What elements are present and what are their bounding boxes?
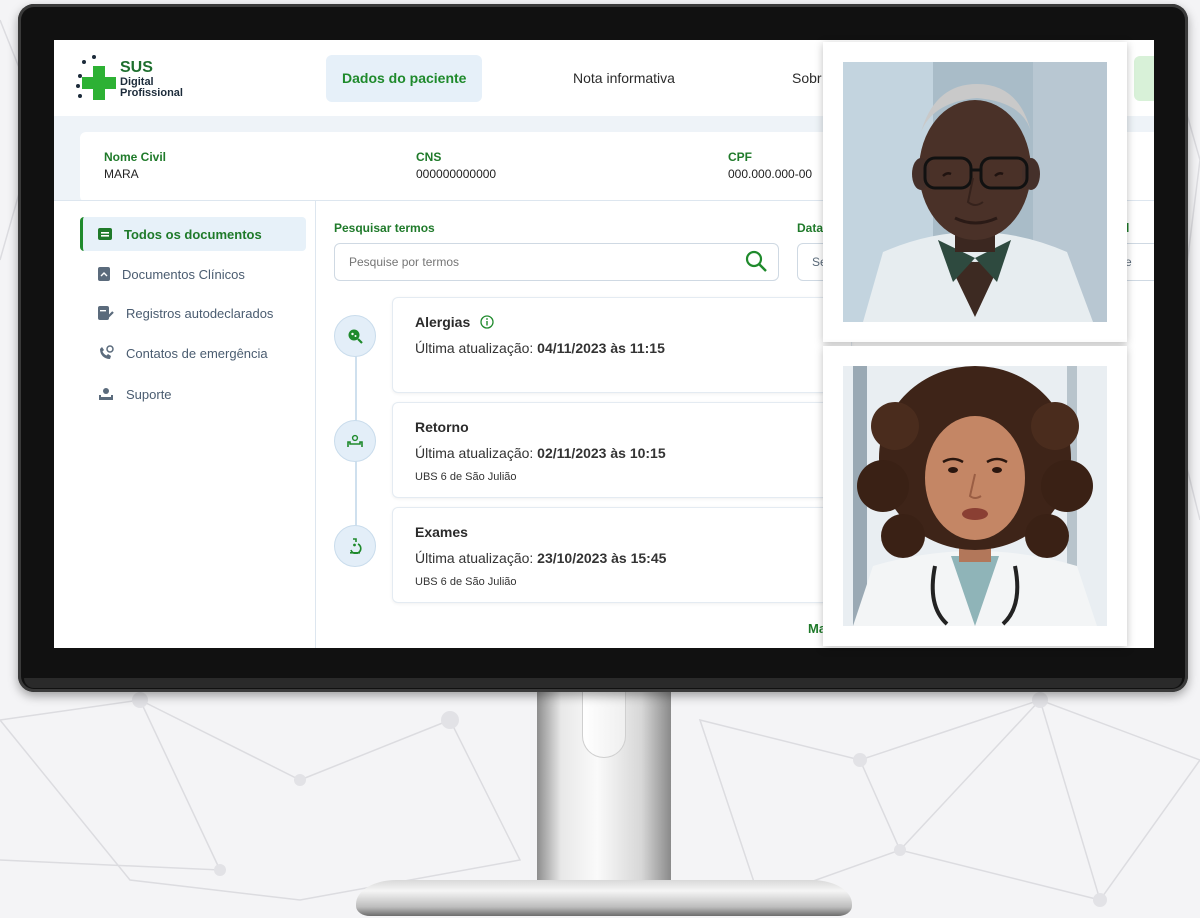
document-title: Exames xyxy=(415,524,468,540)
documents-icon xyxy=(98,228,112,240)
timeline-node-alergias xyxy=(334,315,376,357)
document-location: UBS 6 de São Julião xyxy=(415,576,517,588)
monitor-stand-base xyxy=(356,880,852,916)
logo-subtitle-profissional: Profissional xyxy=(120,87,183,100)
document-card-alergias[interactable]: Alergias Última atualização: 04/11/2023 … xyxy=(392,297,852,393)
document-card-exames[interactable]: Exames Última atualização: 23/10/2023 às… xyxy=(392,507,852,603)
search-icon[interactable] xyxy=(744,249,768,273)
logo-title: SUS xyxy=(120,59,153,76)
sidebar-item-label: Contatos de emergência xyxy=(126,345,268,361)
sidebar-item-registros-autodeclarados[interactable]: Registros autodeclarados xyxy=(80,296,306,330)
clinical-document-icon xyxy=(98,267,110,281)
patient-photo-frame xyxy=(823,42,1127,342)
document-updated-prefix: Última atualização: xyxy=(415,340,538,356)
document-location: UBS 6 de São Julião xyxy=(415,471,517,483)
app-logo[interactable]: SUS Digital Profissional xyxy=(76,52,206,106)
document-updated: Última atualização: 02/11/2023 às 10:15 xyxy=(415,445,666,461)
timeline-node-exames xyxy=(334,525,376,567)
doctor-photo xyxy=(843,366,1107,626)
patient-cpf-value: 000.000.000-00 xyxy=(728,167,813,181)
info-icon[interactable] xyxy=(480,315,494,329)
female-doctor-illustration xyxy=(843,366,1107,626)
patient-name-field: Nome Civil MARA xyxy=(104,150,166,181)
monitor-stand-cable-hole xyxy=(582,690,626,758)
logo-text: SUS Digital Profissional xyxy=(120,59,183,100)
elderly-man-illustration xyxy=(843,62,1107,322)
sidebar-item-label: Registros autodeclarados xyxy=(126,305,274,321)
document-title: Retorno xyxy=(415,419,469,435)
document-title-text: Alergias xyxy=(415,314,471,330)
patient-cns-value: 000000000000 xyxy=(416,167,497,181)
document-updated-value: 04/11/2023 às 11:15 xyxy=(537,340,665,356)
monitor-chin xyxy=(24,678,1182,688)
search-input[interactable] xyxy=(334,243,779,281)
patient-cns-label: CNS xyxy=(416,150,442,164)
sidebar-item-label: Suporte xyxy=(126,386,172,402)
logo-dot xyxy=(92,55,96,59)
user-button[interactable] xyxy=(1134,56,1154,101)
date-filter-label: Data xyxy=(797,221,824,235)
document-updated-value: 02/11/2023 às 10:15 xyxy=(537,445,666,461)
tab-nota-informativa[interactable]: Nota informativa xyxy=(557,55,691,102)
support-icon xyxy=(99,388,113,400)
document-updated-value: 23/10/2023 às 15:45 xyxy=(537,550,667,566)
patient-name-label: Nome Civil xyxy=(104,150,167,164)
emergency-phone-icon xyxy=(100,345,114,359)
doctor-photo-frame xyxy=(823,346,1127,646)
patient-cpf-field: CPF 000.000.000-00 xyxy=(728,150,812,181)
logo-dot xyxy=(76,84,80,88)
bed-icon xyxy=(347,434,363,447)
document-updated: Última atualização: 23/10/2023 às 15:45 xyxy=(415,550,666,566)
document-title: Alergias xyxy=(415,314,494,330)
sidebar-item-label: Documentos Clínicos xyxy=(122,266,245,282)
timeline-node-retorno xyxy=(334,420,376,462)
sus-cross-icon xyxy=(82,66,116,100)
sidebar-item-documentos-clinicos[interactable]: Documentos Clínicos xyxy=(80,257,306,291)
allergy-icon xyxy=(348,329,363,344)
document-updated-prefix: Última atualização: xyxy=(415,445,538,461)
search-label: Pesquisar termos xyxy=(334,221,435,235)
sidebar-item-label: Todos os documentos xyxy=(124,226,262,242)
sidebar-item-contatos-de-emergencia[interactable]: Contatos de emergência xyxy=(80,336,306,370)
sidebar: Todos os documentos Documentos Clínicos … xyxy=(54,201,316,648)
sidebar-item-suporte[interactable]: Suporte xyxy=(80,377,306,411)
document-updated-prefix: Última atualização: xyxy=(415,550,538,566)
patient-photo xyxy=(843,62,1107,322)
document-updated: Última atualização: 04/11/2023 às 11:15 xyxy=(415,340,665,356)
patient-name-value: MARA xyxy=(104,167,139,181)
logo-dot xyxy=(82,60,86,64)
document-card-retorno[interactable]: Retorno Última atualização: 02/11/2023 à… xyxy=(392,402,852,498)
patient-cpf-label: CPF xyxy=(728,150,752,164)
self-declared-icon xyxy=(98,306,114,320)
microscope-icon xyxy=(350,538,362,554)
sidebar-item-todos-os-documentos[interactable]: Todos os documentos xyxy=(80,217,306,251)
tab-dados-do-paciente[interactable]: Dados do paciente xyxy=(326,55,483,102)
patient-cns-field: CNS 000000000000 xyxy=(416,150,496,181)
